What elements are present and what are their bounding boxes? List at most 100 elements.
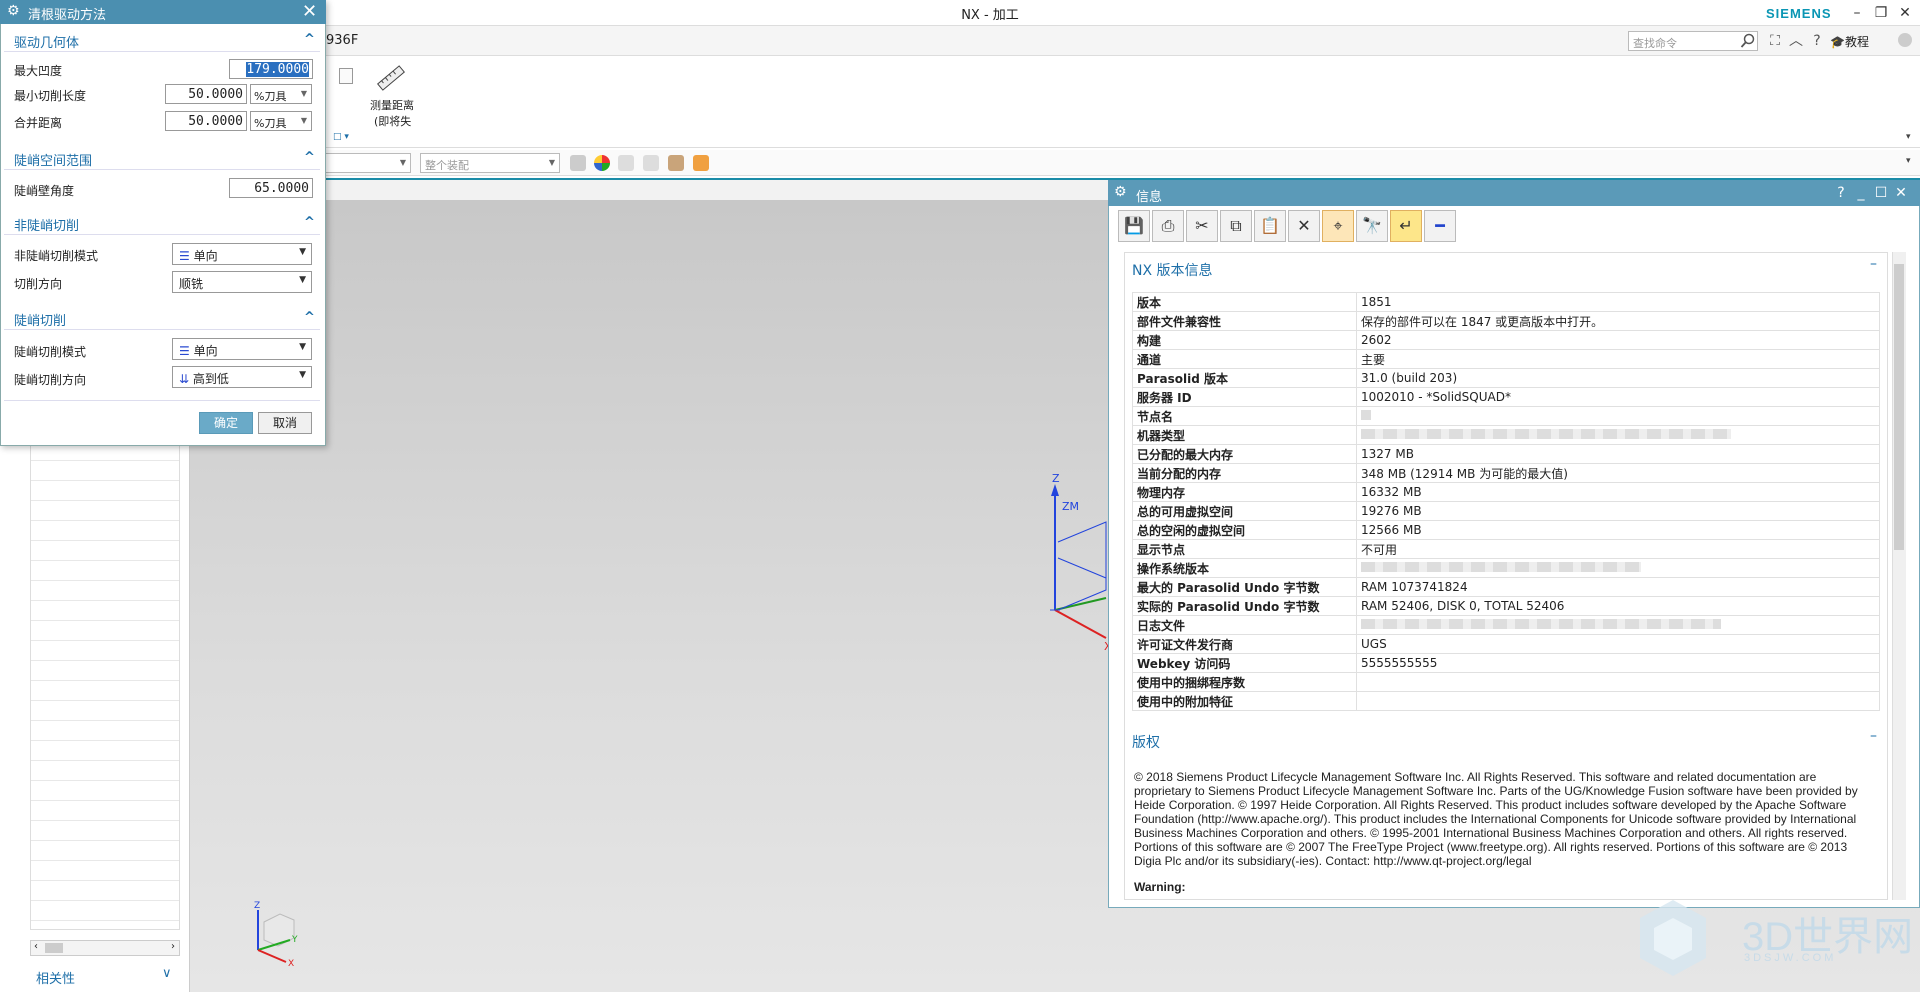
collapse-icon[interactable]: ^ bbox=[304, 310, 315, 325]
section-title: 陡峭空间范围 bbox=[14, 154, 93, 169]
help-icon[interactable]: ? bbox=[1832, 183, 1850, 203]
table-row: 日志文件 bbox=[1132, 615, 1880, 635]
merge-distance-input[interactable]: 50.0000 bbox=[165, 111, 247, 131]
select-body-icon[interactable] bbox=[618, 155, 634, 171]
restore-button[interactable]: ❐ bbox=[1870, 3, 1892, 23]
document-icon[interactable] bbox=[339, 68, 353, 84]
collapse-icon[interactable]: – bbox=[1870, 256, 1877, 272]
word-wrap-icon[interactable]: ↵ bbox=[1390, 210, 1422, 242]
ribbon-group-dropdown-icon[interactable]: □ ▾ bbox=[333, 132, 349, 142]
redacted-value bbox=[1361, 410, 1371, 420]
steep-pattern-select[interactable]: ☰ 单向 ▼ bbox=[172, 338, 312, 360]
chevron-down-icon: ▼ bbox=[299, 247, 306, 257]
section-title: 陡峭切削 bbox=[14, 314, 67, 329]
max-concavity-input[interactable]: 179.0000 bbox=[229, 59, 313, 79]
section-drive-geometry[interactable]: 驱动几何体 ^ bbox=[4, 30, 320, 52]
cut-direction-select[interactable]: 顺铣 ▼ bbox=[172, 271, 312, 293]
selbar-expand-icon[interactable]: ▾ bbox=[1906, 156, 1911, 166]
target-icon[interactable]: ⌖ bbox=[1322, 210, 1354, 242]
collapse-icon[interactable]: ^ bbox=[304, 32, 315, 47]
min-cut-length-unit-select[interactable]: %刀具 ▼ bbox=[250, 84, 312, 104]
chevron-down-icon: ▼ bbox=[548, 158, 555, 167]
steep-pattern-value: 单向 bbox=[193, 344, 218, 358]
navigator-hscrollbar[interactable]: ‹ › bbox=[30, 940, 180, 956]
table-row: 物理内存 16332 MB bbox=[1132, 482, 1880, 502]
row-key: 构建 bbox=[1132, 330, 1357, 350]
nonsteep-pattern-select[interactable]: ☰ 单向 ▼ bbox=[172, 243, 312, 265]
select-component-icon[interactable] bbox=[668, 155, 684, 171]
divider bbox=[4, 400, 320, 401]
gear-icon[interactable]: ⚙ bbox=[1114, 184, 1127, 200]
chevron-down-icon: ▼ bbox=[399, 158, 406, 167]
section-steep-cut[interactable]: 陡峭切削 ^ bbox=[4, 308, 320, 330]
close-icon[interactable]: ✕ bbox=[302, 1, 317, 22]
section-nonsteep-cut[interactable]: 非陡峭切削 ^ bbox=[4, 213, 320, 235]
assembly-scope-dropdown[interactable]: 整个装配 ▼ bbox=[420, 153, 560, 173]
table-row: Webkey 访问码 5555555555 bbox=[1132, 653, 1880, 673]
navigator-list[interactable] bbox=[30, 440, 180, 930]
type-filter-dropdown[interactable]: ▼ bbox=[325, 153, 411, 173]
info-title-bar[interactable] bbox=[1108, 180, 1920, 206]
delete-icon[interactable]: ✕ bbox=[1288, 210, 1320, 242]
row-value bbox=[1356, 672, 1880, 692]
chevron-right-icon[interactable]: › bbox=[171, 941, 175, 952]
copy-icon[interactable]: ⧉ bbox=[1220, 210, 1252, 242]
collapse-icon[interactable]: ^ bbox=[304, 215, 315, 230]
gear-icon[interactable]: ⚙ bbox=[7, 3, 20, 19]
row-key: 部件文件兼容性 bbox=[1132, 311, 1357, 331]
merge-distance-unit-select[interactable]: %刀具 ▼ bbox=[250, 111, 312, 131]
maximize-icon[interactable]: ☐ bbox=[1872, 183, 1890, 203]
cancel-button[interactable]: 取消 bbox=[258, 412, 312, 434]
row-key: Webkey 访问码 bbox=[1132, 653, 1357, 673]
tutorial-button[interactable]: 🎓教程 bbox=[1830, 33, 1869, 50]
chevron-down-icon[interactable]: ∨ bbox=[162, 966, 172, 981]
max-concavity-label: 最大凹度 bbox=[14, 64, 63, 78]
steep-angle-input[interactable]: 65.0000 bbox=[229, 178, 313, 198]
print-icon[interactable]: ⎙ bbox=[1152, 210, 1184, 242]
collapse-icon[interactable]: – bbox=[1870, 728, 1877, 744]
nonsteep-pattern-value: 单向 bbox=[193, 249, 218, 263]
section-steep-range[interactable]: 陡峭空间范围 ^ bbox=[4, 148, 320, 170]
command-search-input[interactable]: 查找命令 bbox=[1628, 31, 1758, 51]
save-icon[interactable]: 💾 bbox=[1118, 210, 1150, 242]
select-tool-icon[interactable] bbox=[693, 155, 709, 171]
part-name-tab[interactable]: 936F bbox=[326, 33, 358, 48]
chevron-down-icon: ▼ bbox=[299, 275, 306, 285]
row-value: 31.0 (build 203) bbox=[1356, 368, 1880, 388]
ribbon-expand-icon[interactable]: ▾ bbox=[1906, 132, 1911, 142]
minimize-icon[interactable]: _ bbox=[1852, 183, 1870, 203]
scroll-thumb[interactable] bbox=[45, 943, 63, 953]
ok-button[interactable]: 确定 bbox=[199, 412, 253, 434]
view-y-label: Y bbox=[291, 935, 298, 945]
measure-distance-label: 测量距离 bbox=[370, 99, 414, 112]
tutorial-label: 教程 bbox=[1844, 35, 1869, 49]
wcs-triad[interactable]: Z ZM X bbox=[1050, 470, 1110, 650]
row-value: UGS bbox=[1356, 634, 1880, 654]
relevance-panel-header[interactable]: 相关性 bbox=[36, 968, 75, 987]
row-value: 348 MB (12914 MB 为可能的最大值) bbox=[1356, 463, 1880, 483]
help-icon[interactable]: ? bbox=[1807, 31, 1827, 51]
close-window-button[interactable]: ✕ bbox=[1894, 3, 1916, 23]
find-icon[interactable]: 🔭 bbox=[1356, 210, 1388, 242]
minimize-button[interactable]: – bbox=[1846, 3, 1868, 23]
search-icon[interactable] bbox=[1740, 33, 1756, 49]
view-triad[interactable]: Z Y X bbox=[250, 898, 300, 968]
paste-icon[interactable]: 📋 bbox=[1254, 210, 1286, 242]
select-face-icon[interactable] bbox=[643, 155, 659, 171]
cut-icon[interactable]: ✂ bbox=[1186, 210, 1218, 242]
steep-direction-select[interactable]: ⇊ 高到低 ▼ bbox=[172, 366, 312, 388]
fullscreen-icon[interactable]: ⛶ bbox=[1765, 31, 1785, 51]
color-filter-icon[interactable] bbox=[594, 155, 610, 171]
scroll-thumb[interactable] bbox=[1894, 264, 1904, 550]
collapse-all-icon[interactable]: ━ bbox=[1424, 210, 1456, 242]
min-cut-length-input[interactable]: 50.0000 bbox=[165, 84, 247, 104]
chevron-up-icon[interactable]: ︿ bbox=[1786, 31, 1806, 51]
close-icon[interactable]: ✕ bbox=[1892, 183, 1910, 203]
row-key: 总的空闲的虚拟空间 bbox=[1132, 520, 1357, 540]
collapse-icon[interactable]: ^ bbox=[304, 150, 315, 165]
chevron-left-icon[interactable]: ‹ bbox=[34, 941, 38, 952]
view-z-label: Z bbox=[254, 901, 260, 911]
wcs-z-label: Z bbox=[1052, 472, 1060, 485]
warning-label: Warning: bbox=[1134, 880, 1186, 894]
select-feature-icon[interactable] bbox=[570, 155, 586, 171]
